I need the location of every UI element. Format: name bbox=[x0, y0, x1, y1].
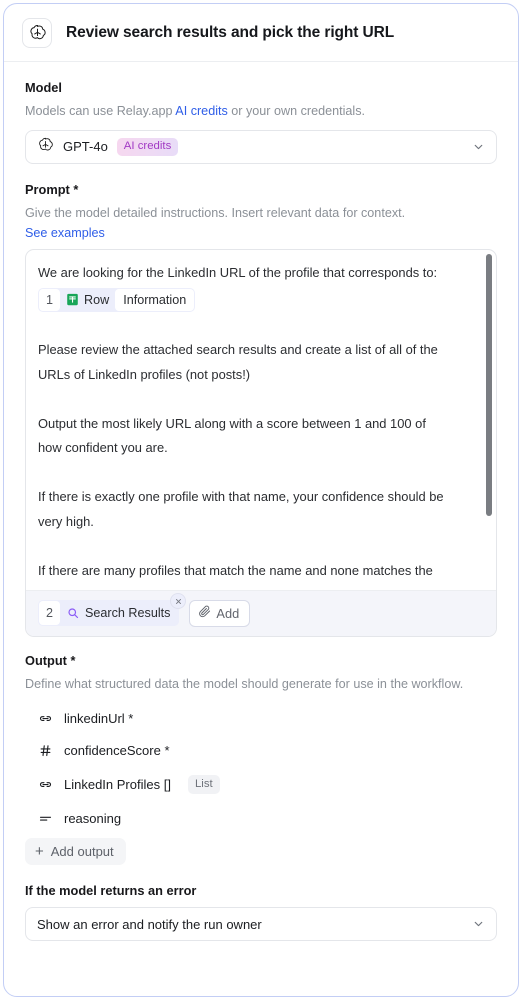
error-handling-select[interactable]: Show an error and notify the run owner bbox=[25, 907, 497, 942]
chip-index: 1 bbox=[39, 288, 61, 312]
text-lines-icon bbox=[37, 810, 53, 826]
attachment-label: Search Results bbox=[85, 606, 171, 621]
output-field-name: LinkedIn Profiles [] bbox=[64, 776, 171, 792]
chevron-down-icon bbox=[472, 140, 485, 153]
model-selected-value: GPT-4o bbox=[63, 139, 108, 155]
chip-source: Row bbox=[84, 292, 110, 307]
output-field-confidencescore[interactable]: confidenceScore * bbox=[25, 735, 497, 767]
error-handling-label: If the model returns an error bbox=[25, 883, 197, 899]
add-output-button[interactable]: + Add output bbox=[25, 838, 126, 866]
panel-header: Review search results and pick the right… bbox=[4, 4, 518, 62]
error-handling-value: Show an error and notify the run owner bbox=[37, 916, 262, 932]
see-examples-link[interactable]: See examples bbox=[25, 226, 497, 240]
prompt-label: Prompt * bbox=[25, 181, 79, 197]
add-output-label: Add output bbox=[50, 844, 114, 860]
prompt-line-clipped: If there are many profiles that match th… bbox=[38, 562, 433, 578]
search-icon bbox=[60, 600, 85, 626]
page-title: Review search results and pick the right… bbox=[66, 23, 395, 41]
output-type-badge: List bbox=[187, 774, 220, 795]
output-field-name: reasoning bbox=[64, 810, 122, 826]
model-select[interactable]: GPT-4o AI credits bbox=[25, 129, 497, 164]
ai-credits-badge: AI credits bbox=[116, 137, 179, 157]
chevron-down-icon bbox=[472, 918, 485, 931]
prompt-scrollbar[interactable] bbox=[486, 253, 492, 516]
close-icon[interactable] bbox=[170, 593, 187, 610]
prompt-help: Give the model detailed instructions. In… bbox=[25, 205, 406, 220]
openai-logo-icon bbox=[22, 17, 52, 48]
prompt-line: very high. bbox=[38, 513, 94, 529]
prompt-text-area[interactable]: We are looking for the LinkedIn URL of t… bbox=[26, 250, 496, 590]
prompt-line: Output the most likely URL along with a … bbox=[38, 415, 426, 431]
prompt-line: URLs of LinkedIn profiles (not posts!) bbox=[38, 366, 251, 382]
paperclip-icon bbox=[198, 605, 211, 621]
prompt-line-blank bbox=[38, 388, 474, 412]
plus-icon: + bbox=[35, 843, 44, 861]
output-field-reasoning[interactable]: reasoning bbox=[25, 802, 497, 834]
hash-icon bbox=[37, 743, 53, 759]
output-help: Define what structured data the model sh… bbox=[25, 676, 464, 691]
workflow-step-panel: Review search results and pick the right… bbox=[3, 3, 519, 997]
ai-credits-link[interactable]: AI credits bbox=[175, 104, 228, 118]
prompt-line-blank bbox=[38, 535, 474, 559]
model-help-prefix: Models can use Relay.app bbox=[25, 104, 176, 118]
prompt-editor[interactable]: We are looking for the LinkedIn URL of t… bbox=[25, 248, 497, 637]
prompt-line: We are looking for the LinkedIn URL of t… bbox=[38, 264, 438, 280]
prompt-line: If there is exactly one profile with tha… bbox=[38, 489, 444, 505]
link-icon bbox=[37, 711, 53, 727]
chip-field: Information bbox=[115, 288, 195, 312]
data-token-chip[interactable]: 1 Row Information bbox=[38, 287, 196, 313]
prompt-line: how confident you are. bbox=[38, 440, 168, 456]
openai-logo-icon bbox=[37, 136, 54, 158]
output-field-linkedin-profiles[interactable]: LinkedIn Profiles [] List bbox=[25, 767, 497, 803]
prompt-line: Please review the attached search result… bbox=[38, 342, 438, 358]
attachment-index: 2 bbox=[39, 601, 61, 626]
add-attachment-label: Add bbox=[216, 605, 240, 621]
output-field-name: linkedinUrl * bbox=[64, 711, 134, 727]
attachment-chip-search-results[interactable]: 2 Search Results bbox=[38, 593, 187, 627]
link-icon bbox=[37, 776, 53, 792]
output-field-linkedinurl[interactable]: linkedinUrl * bbox=[25, 703, 497, 735]
add-attachment-button[interactable]: Add bbox=[189, 599, 251, 627]
prompt-line-blank bbox=[38, 461, 474, 485]
output-label: Output * bbox=[25, 652, 76, 668]
model-help: Models can use Relay.app AI credits or y… bbox=[25, 103, 497, 121]
output-field-name: confidenceScore * bbox=[64, 743, 170, 759]
google-sheets-icon bbox=[60, 288, 84, 313]
model-help-suffix: or your own credentials. bbox=[227, 104, 365, 118]
prompt-attachment-bar: 2 Search Results Add bbox=[26, 589, 496, 636]
model-label: Model bbox=[25, 80, 62, 95]
panel-body: Model Models can use Relay.app AI credit… bbox=[4, 62, 518, 942]
